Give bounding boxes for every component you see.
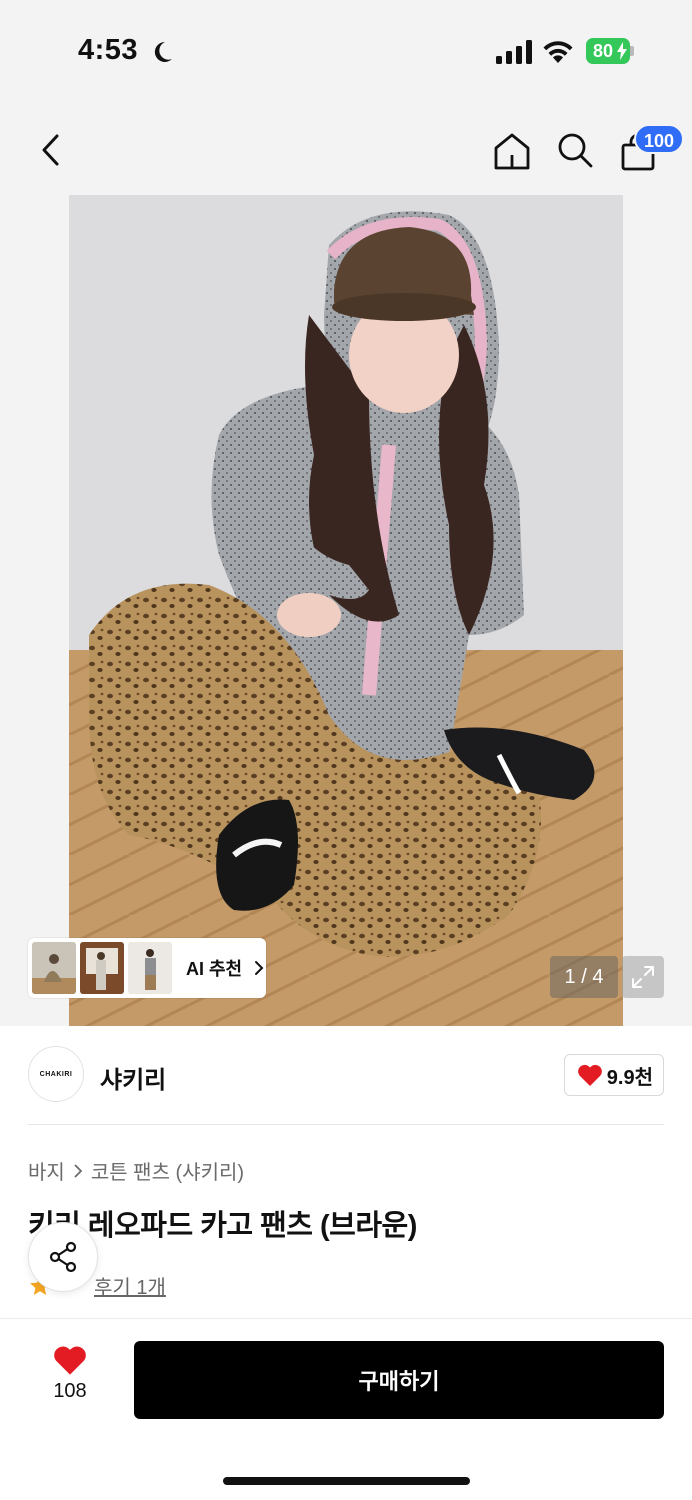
home-icon: [494, 133, 530, 170]
battery-percent: 80: [592, 41, 614, 61]
thumbnail-1[interactable]: [32, 942, 76, 994]
divider: [28, 1124, 664, 1125]
ai-recommend-label: AI 추천: [186, 959, 243, 979]
brand-name[interactable]: 샤키리: [100, 1060, 166, 1095]
share-button[interactable]: [28, 1222, 98, 1292]
buy-button[interactable]: 구매하기: [134, 1341, 664, 1419]
bottom-bar-divider: [0, 1318, 692, 1319]
wishlist-count: 108: [53, 1380, 87, 1402]
search-button[interactable]: [551, 126, 599, 174]
chevron-right-icon: [255, 961, 264, 975]
moon-icon: [154, 41, 172, 62]
thumbnail-3[interactable]: [128, 942, 172, 994]
top-nav: [0, 110, 692, 190]
image-page-indicator: 1 / 4: [550, 956, 618, 998]
cart-count-badge: 100: [634, 124, 685, 154]
brand-like-button[interactable]: 9.9천: [563, 1054, 664, 1096]
cellular-signal-icon: [496, 40, 532, 64]
brand-like-count: 9.9천: [606, 1066, 653, 1089]
brand-row: CHAKIRI 샤키리 9.9천: [28, 1046, 664, 1106]
wifi-icon: [543, 41, 573, 63]
heart-icon: [54, 1346, 86, 1375]
wishlist-button[interactable]: 108: [38, 1344, 102, 1414]
heart-icon: [577, 1064, 602, 1086]
status-bar: 4:53 80: [0, 0, 692, 100]
breadcrumb: 바지 코튼 팬츠 (샤키리): [28, 1156, 244, 1185]
expand-icon: [632, 966, 654, 988]
battery-indicator: 80: [586, 38, 634, 64]
search-icon: [558, 133, 593, 168]
breadcrumb-category[interactable]: 바지: [28, 1156, 65, 1185]
share-icon: [49, 1241, 77, 1273]
charging-bolt-icon: [617, 42, 627, 60]
breadcrumb-subcategory[interactable]: 코튼 팬츠 (샤키리): [91, 1156, 244, 1185]
chevron-right-icon: [74, 1163, 83, 1178]
product-image[interactable]: [69, 195, 623, 1026]
review-link[interactable]: 후기 1개: [94, 1271, 166, 1300]
thumbnail-2[interactable]: [80, 942, 124, 994]
status-time: 4:53: [78, 34, 139, 66]
ai-recommend-bar[interactable]: AI 추천: [28, 938, 266, 998]
product-photo-illustration: [69, 195, 623, 1026]
home-indicator: [223, 1477, 470, 1485]
brand-logo-text: CHAKIRI: [39, 1070, 73, 1078]
home-button[interactable]: [488, 127, 536, 175]
expand-image-button[interactable]: [622, 956, 664, 998]
brand-logo[interactable]: CHAKIRI: [28, 1046, 84, 1102]
back-button[interactable]: [26, 126, 74, 174]
chevron-left-icon: [42, 134, 59, 166]
